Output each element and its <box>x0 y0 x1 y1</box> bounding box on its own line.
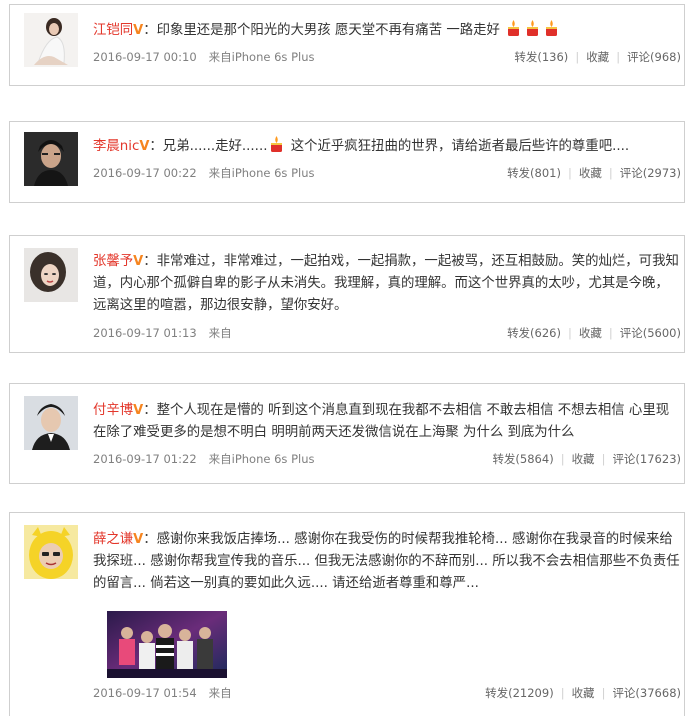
attached-photo[interactable] <box>107 611 227 678</box>
comment-body: ：兄弟......走好...... <box>149 139 268 154</box>
comment-button[interactable]: 评论(968) <box>627 50 681 64</box>
timestamp[interactable]: 2016-09-17 01:22 <box>93 452 197 466</box>
favorite-button[interactable]: 收藏 <box>579 326 602 340</box>
comment-meta: 2016-09-17 00:22 来自iPhone 6s Plus 转发(801)… <box>93 165 681 181</box>
timestamp[interactable]: 2016-09-17 00:10 <box>93 50 197 64</box>
comment-text: 薛之谦V：感谢你来我饭店捧场... 感谢你在我受伤的时候帮我推轮椅... 感谢你… <box>93 529 681 595</box>
comment-body-continued: 这个近乎疯狂扭曲的世界，请给逝者最后些许的尊重吧.... <box>286 139 630 154</box>
divider: | <box>560 686 565 700</box>
username-link[interactable]: 张馨予 <box>93 254 133 269</box>
avatar[interactable] <box>24 525 78 579</box>
comment-body: ：感谢你来我饭店捧场... 感谢你在我受伤的时候帮我推轮椅... 感谢你在我录音… <box>93 532 680 591</box>
timestamp[interactable]: 2016-09-17 01:13 <box>93 326 197 340</box>
avatar[interactable] <box>24 132 78 186</box>
repost-button[interactable]: 转发(5864) <box>492 452 553 466</box>
candle-emoji-icon <box>271 136 283 152</box>
repost-button[interactable]: 转发(136) <box>514 50 568 64</box>
username-link[interactable]: 付辛博 <box>93 403 133 418</box>
favorite-button[interactable]: 收藏 <box>579 166 602 180</box>
divider: | <box>616 50 621 64</box>
comment-text: 付辛博V：整个人现在是懵的 听到这个消息直到现在我都不去相信 不敢去相信 不想去… <box>93 400 681 444</box>
comment-text: 张馨予V：非常难过，非常难过，一起拍戏，一起捐款，一起被骂，还互相鼓励。笑的灿烂… <box>93 251 681 317</box>
comment-body: ：整个人现在是懵的 听到这个消息直到现在我都不去相信 不敢去相信 不想去相信 心… <box>93 403 670 440</box>
avatar[interactable] <box>24 248 78 302</box>
repost-button[interactable]: 转发(801) <box>507 166 561 180</box>
username-link[interactable]: 薛之谦 <box>93 532 133 547</box>
action-bar: 转发(626) | 收藏 | 评论(5600) <box>507 325 681 341</box>
comment-button[interactable]: 评论(5600) <box>620 326 681 340</box>
action-bar: 转发(136) | 收藏 | 评论(968) <box>514 49 681 65</box>
action-bar: 转发(801) | 收藏 | 评论(2973) <box>507 165 681 181</box>
action-bar: 转发(21209) | 收藏 | 评论(37668) <box>485 685 681 701</box>
comment-button[interactable]: 评论(2973) <box>620 166 681 180</box>
weibo-card: 薛之谦V：感谢你来我饭店捧场... 感谢你在我受伤的时候帮我推轮椅... 感谢你… <box>9 512 685 716</box>
source-label[interactable]: 来自 <box>209 326 232 340</box>
verified-badge-icon: V <box>133 403 144 418</box>
weibo-card: 江铠同V：印象里还是那个阳光的大男孩 愿天堂不再有痛苦 一路走好 2016-09… <box>9 4 685 86</box>
verified-badge-icon: V <box>139 139 150 154</box>
comment-meta: 2016-09-17 00:10 来自iPhone 6s Plus 转发(136)… <box>93 49 681 65</box>
divider: | <box>608 166 613 180</box>
comment-meta: 2016-09-17 01:54 来自 转发(21209) | 收藏 | 评论(37668… <box>93 685 681 701</box>
source-label[interactable]: 来自iPhone 6s Plus <box>209 166 315 180</box>
timestamp[interactable]: 2016-09-17 00:22 <box>93 166 197 180</box>
divider: | <box>601 686 606 700</box>
favorite-button[interactable]: 收藏 <box>572 452 595 466</box>
comment-text: 江铠同V：印象里还是那个阳光的大男孩 愿天堂不再有痛苦 一路走好 <box>93 19 681 42</box>
divider: | <box>560 452 565 466</box>
avatar[interactable] <box>24 13 78 67</box>
source-label[interactable]: 来自 <box>209 686 232 700</box>
weibo-card: 张馨予V：非常难过，非常难过，一起拍戏，一起捐款，一起被骂，还互相鼓励。笑的灿烂… <box>9 235 685 353</box>
divider: | <box>568 326 572 340</box>
comment-button[interactable]: 评论(37668) <box>612 686 681 700</box>
avatar[interactable] <box>24 396 78 450</box>
weibo-card: 李晨nicV：兄弟......走好...... 这个近乎疯狂扭曲的世界，请给逝者… <box>9 121 685 203</box>
verified-badge-icon: V <box>133 23 144 38</box>
repost-button[interactable]: 转发(21209) <box>485 686 554 700</box>
comment-meta: 2016-09-17 01:13 来自 转发(626) | 收藏 | 评论(5600) <box>93 325 681 341</box>
candle-emoji-icon <box>508 20 520 36</box>
verified-badge-icon: V <box>133 254 144 269</box>
source-label[interactable]: 来自iPhone 6s Plus <box>209 452 315 466</box>
divider: | <box>575 50 580 64</box>
comment-meta: 2016-09-17 01:22 来自iPhone 6s Plus 转发(5864… <box>93 451 681 467</box>
username-link[interactable]: 李晨nic <box>93 139 139 154</box>
repost-button[interactable]: 转发(626) <box>507 326 561 340</box>
comment-body: ：印象里还是那个阳光的大男孩 愿天堂不再有痛苦 一路走好 <box>143 23 500 38</box>
favorite-button[interactable]: 收藏 <box>572 686 595 700</box>
source-label[interactable]: 来自iPhone 6s Plus <box>209 50 315 64</box>
divider: | <box>568 166 572 180</box>
divider: | <box>601 452 606 466</box>
favorite-button[interactable]: 收藏 <box>586 50 609 64</box>
comment-text: 李晨nicV：兄弟......走好...... 这个近乎疯狂扭曲的世界，请给逝者… <box>93 135 681 158</box>
verified-badge-icon: V <box>133 532 144 547</box>
comment-button[interactable]: 评论(17623) <box>612 452 681 466</box>
weibo-card: 付辛博V：整个人现在是懵的 听到这个消息直到现在我都不去相信 不敢去相信 不想去… <box>9 383 685 484</box>
candle-emoji-icon <box>527 20 539 36</box>
action-bar: 转发(5864) | 收藏 | 评论(17623) <box>492 451 681 467</box>
timestamp[interactable]: 2016-09-17 01:54 <box>93 686 197 700</box>
comment-body: ：非常难过，非常难过，一起拍戏，一起捐款，一起被骂，还互相鼓励。笑的灿烂，可我知… <box>93 254 679 313</box>
username-link[interactable]: 江铠同 <box>93 23 133 38</box>
candle-emoji-icon <box>546 20 558 36</box>
divider: | <box>608 326 613 340</box>
